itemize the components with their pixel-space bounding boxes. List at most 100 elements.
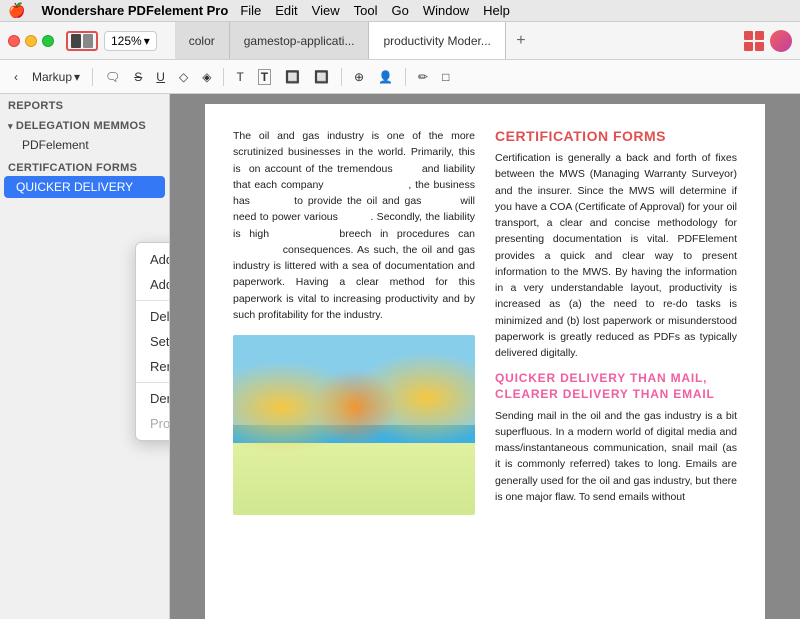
sidebar-section-delegation[interactable]: ▾ DELEGATION MEMMOS xyxy=(0,114,169,134)
grid-cell-3 xyxy=(744,42,753,51)
highlight-btn[interactable]: ◇ xyxy=(173,67,194,87)
menu-help[interactable]: Help xyxy=(483,3,510,18)
comment-icon: 🗨 xyxy=(105,70,120,84)
pdf-beach-image xyxy=(233,335,475,515)
pdfelement-label: PDFelement xyxy=(22,138,89,152)
zoom-chevron-icon: ▾ xyxy=(144,34,150,48)
menu-view[interactable]: View xyxy=(312,3,340,18)
tab-gamestop[interactable]: gamestop-applicati... xyxy=(230,22,370,59)
minimize-button[interactable] xyxy=(25,35,37,47)
strikethrough-icon: S xyxy=(134,70,142,84)
sidebar-item-quicker[interactable]: QUICKER DELIVERY xyxy=(4,176,165,198)
context-menu: Add Entry Add Child Delete Bookmark Set … xyxy=(135,242,170,441)
shape-btn[interactable]: ⊕ xyxy=(348,67,370,87)
pdf-left-text: The oil and gas industry is one of the m… xyxy=(233,128,475,323)
toolbar-separator-2 xyxy=(223,68,224,86)
sidebar-section-certif: CERTIFCATION FORMS xyxy=(0,156,169,176)
menu-edit[interactable]: Edit xyxy=(275,3,297,18)
traffic-lights xyxy=(8,35,54,47)
user-icon: 👤 xyxy=(378,70,393,84)
tab-color-label: color xyxy=(189,34,215,48)
maximize-button[interactable] xyxy=(42,35,54,47)
quicker-label: QUICKER DELIVERY xyxy=(16,180,133,194)
panel-toggle-button[interactable] xyxy=(66,31,98,51)
nav-back-button[interactable]: ‹ xyxy=(8,67,24,87)
comment-icon-btn[interactable]: 🗨 xyxy=(99,67,126,87)
user-btn[interactable]: 👤 xyxy=(372,67,399,87)
toolbar-separator-3 xyxy=(341,68,342,86)
toolbar-right xyxy=(744,30,792,52)
pdf-certification-heading: CERTIFICATION FORMS xyxy=(495,128,737,144)
app-name: Wondershare PDFelement Pro xyxy=(41,3,228,18)
pdf-area[interactable]: The oil and gas industry is one of the m… xyxy=(170,94,800,619)
underline-btn[interactable]: U xyxy=(150,67,171,87)
ctx-rename-bookmark[interactable]: Rename Bookmark xyxy=(136,354,170,379)
tab-productivity-label: productivity Moder... xyxy=(383,34,490,48)
delegation-label: DELEGATION MEMMOS xyxy=(16,120,146,132)
pdf-quicker-text: Sending mail in the oil and the gas indu… xyxy=(495,408,737,506)
more-btn[interactable]: □ xyxy=(436,67,455,87)
apple-menu[interactable]: 🍎 xyxy=(8,2,25,19)
sidebar-section-reports: REPORTS xyxy=(0,94,169,114)
menu-window[interactable]: Window xyxy=(423,3,469,18)
tab-gamestop-label: gamestop-applicati... xyxy=(244,34,355,48)
pdf-columns: The oil and gas industry is one of the m… xyxy=(233,128,737,515)
shape-icon: ⊕ xyxy=(354,70,364,84)
underline-icon: U xyxy=(156,70,165,84)
more-icon: □ xyxy=(442,70,449,84)
pdf-right-column: CERTIFICATION FORMS Certification is gen… xyxy=(495,128,737,515)
ctx-delete-bookmark[interactable]: Delete Bookmark xyxy=(136,304,170,329)
sidebar-item-pdfelement[interactable]: PDFelement xyxy=(0,134,169,156)
strikethrough-btn[interactable]: S xyxy=(128,67,148,87)
pdf-quicker-heading: QUICKER DELIVERY THAN MAIL, CLEARER DELI… xyxy=(495,371,737,402)
sidebar: REPORTS ▾ DELEGATION MEMMOS PDFelement C… xyxy=(0,94,170,619)
toolbar-left: 125% ▾ xyxy=(8,31,157,51)
stamp-icon: 🔲 xyxy=(285,70,300,84)
markup-label: Markup xyxy=(32,70,72,84)
stamp-btn[interactable]: 🔲 xyxy=(279,67,306,87)
ctx-set-destination[interactable]: Set Destination xyxy=(136,329,170,354)
main-area: REPORTS ▾ DELEGATION MEMMOS PDFelement C… xyxy=(0,94,800,619)
tab-productivity[interactable]: productivity Moder... xyxy=(369,22,505,59)
beach-scene xyxy=(233,335,475,515)
menu-tool[interactable]: Tool xyxy=(354,3,378,18)
form-btn[interactable]: 🔲 xyxy=(308,67,335,87)
pen-icon: ✏ xyxy=(418,70,428,84)
pen-btn[interactable]: ✏ xyxy=(412,67,434,87)
callout-btn[interactable]: T xyxy=(252,66,277,88)
text-btn[interactable]: T xyxy=(230,67,249,87)
erase-btn[interactable]: ◈ xyxy=(196,67,217,87)
zoom-control[interactable]: 125% ▾ xyxy=(104,31,157,51)
user-avatar[interactable] xyxy=(770,30,792,52)
panel-icon-left xyxy=(71,34,81,48)
grid-cell-1 xyxy=(744,31,753,40)
close-button[interactable] xyxy=(8,35,20,47)
ctx-separator-1 xyxy=(136,300,170,301)
pdf-certification-text: Certification is generally a back and fo… xyxy=(495,150,737,361)
tab-color[interactable]: color xyxy=(175,22,230,59)
text-icon: T xyxy=(236,70,243,84)
tab-add-button[interactable]: + xyxy=(510,30,532,52)
ctx-promote: Promote xyxy=(136,411,170,436)
pdf-page: The oil and gas industry is one of the m… xyxy=(205,104,765,619)
menu-go[interactable]: Go xyxy=(391,3,408,18)
toolbar-separator-1 xyxy=(92,68,93,86)
grid-cell-4 xyxy=(755,42,764,51)
grid-view-icon[interactable] xyxy=(744,31,764,51)
ctx-demote[interactable]: Demote xyxy=(136,386,170,411)
markup-chevron-icon: ▾ xyxy=(74,70,80,84)
menu-bar: 🍎 Wondershare PDFelement Pro File Edit V… xyxy=(0,0,800,22)
callout-icon: T xyxy=(258,69,271,85)
panel-icon-right xyxy=(83,34,93,48)
back-icon: ‹ xyxy=(14,70,18,84)
grid-cell-2 xyxy=(755,31,764,40)
delegation-chevron-icon: ▾ xyxy=(8,121,13,132)
menu-file[interactable]: File xyxy=(240,3,261,18)
form-icon: 🔲 xyxy=(314,70,329,84)
markup-dropdown[interactable]: Markup ▾ xyxy=(26,67,86,87)
zoom-value: 125% xyxy=(111,34,142,48)
pdf-left-column: The oil and gas industry is one of the m… xyxy=(233,128,475,515)
ctx-separator-2 xyxy=(136,382,170,383)
ctx-add-entry[interactable]: Add Entry xyxy=(136,247,170,272)
ctx-add-child[interactable]: Add Child xyxy=(136,272,170,297)
